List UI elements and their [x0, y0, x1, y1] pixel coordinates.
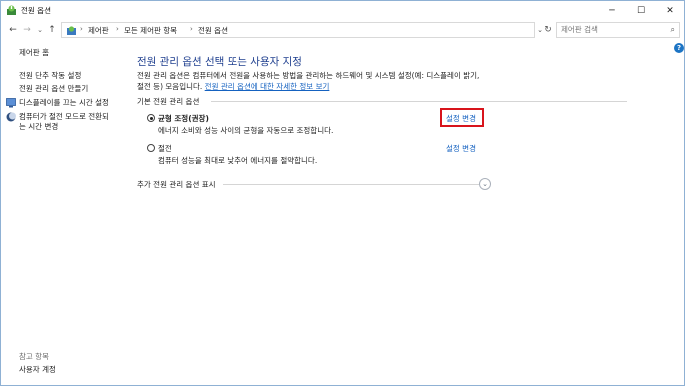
plan-balanced-radio[interactable] [147, 114, 155, 122]
forward-arrow-icon[interactable]: → [21, 23, 33, 37]
close-button[interactable]: ✕ [656, 1, 684, 20]
plan-power-saver-radio[interactable] [147, 144, 155, 152]
page-title: 전원 관리 옵션 선택 또는 사용자 지정 [137, 56, 302, 68]
control-panel-icon [66, 25, 77, 36]
plan-power-saver-name[interactable]: 절전 [158, 143, 172, 154]
breadcrumb-power-options[interactable]: 전원 옵션 [198, 25, 228, 36]
maximize-button[interactable]: ☐ [627, 1, 655, 20]
sidebar-item-create-power-plan[interactable]: 전원 관리 옵션 만들기 [19, 84, 88, 94]
power-options-window: 전원 옵션 ─ ☐ ✕ ← → ⌄ ↑ › 제어판 › 모든 제어판 항목 › … [0, 0, 685, 386]
description-line2: 절전 등) 모음입니다. [137, 82, 203, 91]
sidebar-item-control-panel-home[interactable]: 제어판 홈 [19, 48, 49, 58]
see-also-heading: 참고 항목 [19, 352, 49, 361]
more-info-link[interactable]: 전원 관리 옵션에 대한 자세한 정보 보기 [205, 82, 330, 91]
highlight-box [440, 108, 484, 127]
minimize-button[interactable]: ─ [598, 1, 626, 20]
breadcrumb-separator: › [116, 25, 119, 33]
plan-power-saver-description: 컴퓨터 성능을 최대로 낮추어 에너지를 절약합니다. [158, 156, 318, 165]
address-bar[interactable]: › 제어판 › 모든 제어판 항목 › 전원 옵션 [61, 22, 535, 38]
window-title: 전원 옵션 [21, 6, 51, 15]
power-options-icon [6, 5, 17, 16]
sidebar: 제어판 홈 전원 단추 작동 설정 전원 관리 옵션 만들기 디스플레이를 끄는… [1, 41, 123, 385]
additional-plans-divider [223, 184, 479, 185]
plan-balanced-name[interactable]: 균형 조정(권장) [158, 113, 209, 124]
breadcrumb-control-panel[interactable]: 제어판 [88, 25, 109, 36]
search-input[interactable] [561, 25, 661, 34]
sidebar-item-sleep-time[interactable]: 컴퓨터가 절전 모드로 전환되 는 시간 변경 [19, 112, 109, 132]
page-description: 전원 관리 옵션은 컴퓨터에서 전원을 사용하는 방법을 관리하는 하드웨어 및… [137, 70, 497, 92]
navigation-bar: ← → ⌄ ↑ › 제어판 › 모든 제어판 항목 › 전원 옵션 ⌄ ↻ ⌕ [1, 20, 684, 41]
display-settings-icon [6, 98, 16, 108]
title-bar: 전원 옵션 ─ ☐ ✕ [1, 1, 684, 20]
search-box[interactable]: ⌕ [556, 22, 680, 38]
sidebar-item-power-button-settings[interactable]: 전원 단추 작동 설정 [19, 71, 81, 81]
sidebar-item-sleep-time-line1: 컴퓨터가 절전 모드로 전환되 [19, 112, 109, 121]
back-arrow-icon[interactable]: ← [7, 23, 19, 37]
group-divider [211, 101, 627, 102]
sidebar-item-display-off-time[interactable]: 디스플레이를 끄는 시간 설정 [19, 98, 109, 108]
sidebar-item-user-accounts[interactable]: 사용자 계정 [19, 364, 56, 375]
preferred-plans-heading: 기본 전원 관리 옵션 [137, 96, 204, 107]
breadcrumb-separator: › [80, 25, 83, 33]
breadcrumb-separator: › [190, 25, 193, 33]
show-additional-plans-label[interactable]: 추가 전원 관리 옵션 표시 [137, 179, 220, 190]
breadcrumb-all-items[interactable]: 모든 제어판 항목 [124, 25, 177, 36]
sidebar-item-sleep-time-line2: 는 시간 변경 [19, 122, 59, 131]
plan-balanced-description: 에너지 소비와 성능 사이의 균형을 자동으로 조정합니다. [158, 126, 334, 135]
up-arrow-icon[interactable]: ↑ [46, 23, 58, 37]
recent-locations-chevron-icon[interactable]: ⌄ [34, 23, 46, 37]
search-icon[interactable]: ⌕ [671, 25, 675, 35]
plan-power-saver-change-settings-link[interactable]: 설정 변경 [446, 143, 476, 154]
expand-chevron-icon[interactable]: ⌄ [479, 178, 491, 190]
sleep-moon-icon [6, 112, 16, 122]
help-icon[interactable]: ? [674, 43, 684, 53]
description-line1: 전원 관리 옵션은 컴퓨터에서 전원을 사용하는 방법을 관리하는 하드웨어 및… [137, 71, 480, 80]
refresh-icon[interactable]: ↻ [542, 22, 554, 38]
